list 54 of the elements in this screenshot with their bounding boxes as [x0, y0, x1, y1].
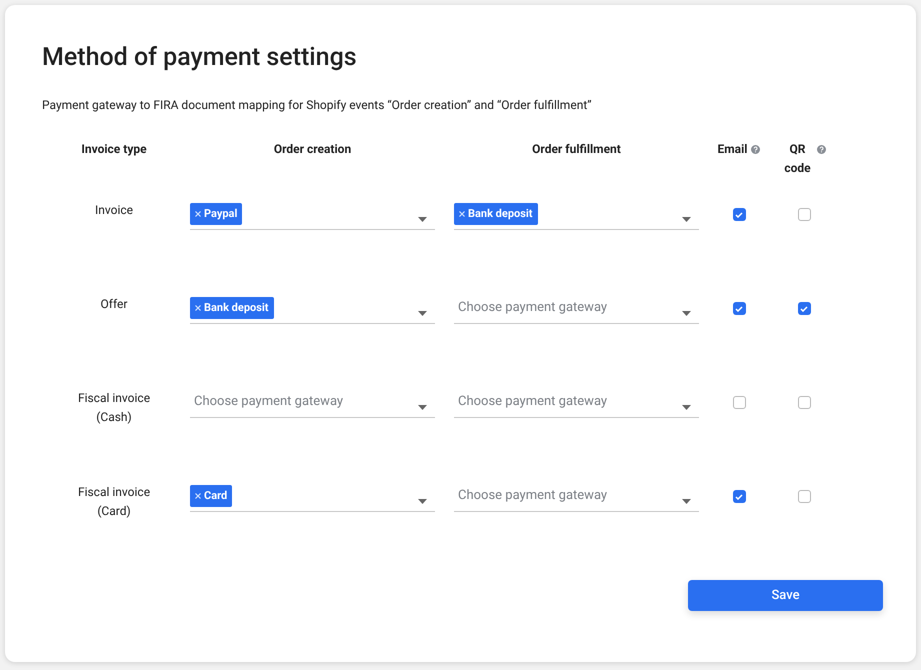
column-header: Order fulfillment: [532, 141, 621, 158]
column-header: QR code: [783, 141, 812, 177]
gateway-select[interactable]: Bank deposit: [190, 294, 435, 324]
caret-icon: [682, 217, 691, 222]
checkbox[interactable]: [798, 208, 810, 221]
gateway-select[interactable]: Choose payment gateway: [454, 294, 699, 324]
column-header: Invoice type: [81, 141, 147, 158]
caret-icon: [418, 405, 427, 410]
checkbox[interactable]: [732, 302, 746, 315]
remove-icon[interactable]: [195, 211, 201, 217]
invoice-type-label: Offer: [100, 296, 128, 313]
checkbox[interactable]: [798, 490, 810, 503]
gateway-tag: Bank deposit: [454, 203, 538, 225]
page-description: Payment gateway to FIRA document mapping for Shopify events “Order creation” and “Order fulfillment”: [42, 97, 593, 114]
select-placeholder: Choose payment gateway: [193, 393, 344, 411]
invoice-type-label: Fiscal invoice (Cash): [76, 390, 152, 426]
gateway-select[interactable]: Choose payment gateway: [454, 482, 699, 512]
remove-icon[interactable]: [195, 305, 201, 311]
gateway-select[interactable]: Paypal: [190, 200, 435, 230]
invoice-type-label: Fiscal invoice (Card): [76, 484, 152, 520]
checkbox[interactable]: [732, 396, 746, 409]
check-icon: [735, 212, 743, 218]
caret-icon: [418, 217, 427, 222]
check-icon: [735, 494, 743, 500]
column-header: Order creation: [274, 141, 352, 158]
gateway-tag: Paypal: [190, 203, 242, 225]
help-icon[interactable]: [816, 145, 826, 154]
gateway-select[interactable]: Choose payment gateway: [454, 388, 699, 418]
checkbox[interactable]: [732, 208, 746, 221]
remove-icon[interactable]: [195, 493, 201, 499]
select-placeholder: Choose payment gateway: [457, 393, 608, 411]
check-icon: [800, 306, 808, 312]
save-button[interactable]: Save: [688, 580, 883, 611]
caret-icon: [682, 311, 691, 316]
gateway-select[interactable]: Bank deposit: [454, 200, 699, 230]
caret-icon: [682, 405, 691, 410]
caret-icon: [418, 311, 427, 316]
remove-icon[interactable]: [459, 211, 465, 217]
checkbox[interactable]: [732, 490, 746, 503]
select-placeholder: Choose payment gateway: [457, 299, 608, 317]
gateway-select[interactable]: Choose payment gateway: [190, 388, 435, 418]
gateway-tag: Card: [190, 485, 232, 507]
select-placeholder: Choose payment gateway: [457, 487, 608, 505]
checkbox[interactable]: [798, 302, 810, 315]
check-icon: [735, 306, 743, 312]
gateway-tag: Bank deposit: [190, 297, 274, 319]
gateway-select[interactable]: Card: [190, 482, 435, 512]
caret-icon: [682, 499, 691, 504]
page-title: Method of payment settings: [42, 45, 358, 71]
checkbox[interactable]: [798, 396, 810, 409]
invoice-type-label: Invoice: [94, 202, 134, 219]
help-icon[interactable]: [751, 145, 760, 154]
caret-icon: [418, 499, 427, 504]
column-header: Email: [718, 141, 748, 158]
